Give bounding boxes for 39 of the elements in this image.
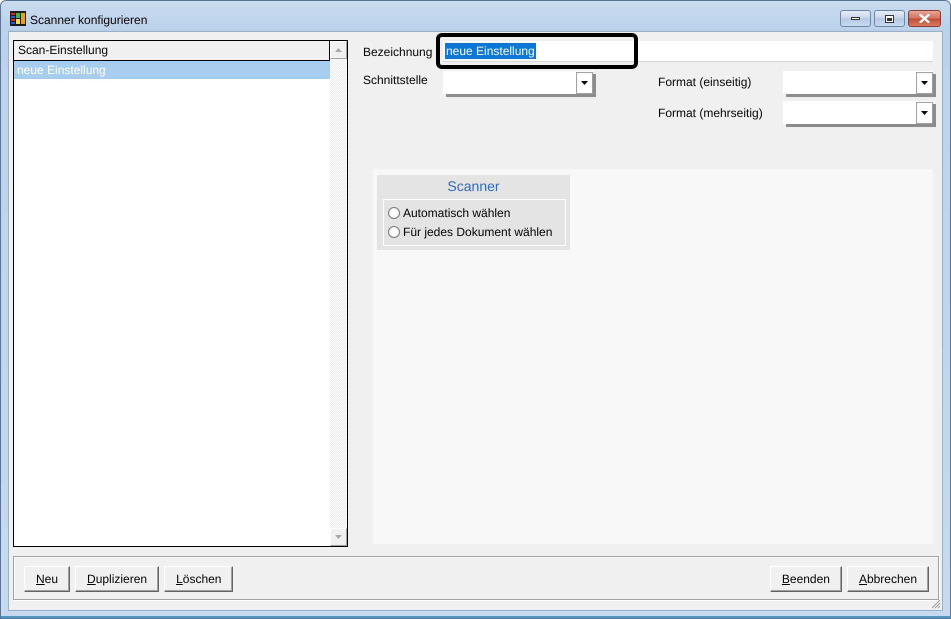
dropdown-field[interactable] bbox=[783, 71, 936, 97]
radio-button[interactable] bbox=[388, 207, 400, 219]
color-blocks-icon bbox=[10, 11, 26, 26]
radio-label: Für jedes Dokument wählen bbox=[403, 225, 552, 239]
delete-button[interactable]: Löschen bbox=[164, 566, 234, 592]
maximize-icon bbox=[885, 14, 894, 22]
cancel-button[interactable]: Abbrechen bbox=[846, 566, 929, 592]
name-field[interactable]: neue Einstellung bbox=[443, 41, 933, 62]
scroll-down-button[interactable] bbox=[330, 528, 347, 546]
scrollbar[interactable] bbox=[330, 41, 347, 546]
field-value: neue Einstellung bbox=[445, 43, 536, 59]
field-label: Format (mehrseitig) bbox=[658, 106, 764, 120]
minimize-button[interactable] bbox=[840, 10, 871, 27]
dropdown-field[interactable] bbox=[783, 101, 936, 127]
field-label: Schnittstelle bbox=[363, 73, 429, 87]
column-header: Scan-Einstellung bbox=[14, 41, 330, 61]
dropdown-arrow-button[interactable] bbox=[916, 102, 933, 124]
scroll-up-button[interactable] bbox=[330, 41, 347, 59]
caret-down-icon bbox=[921, 111, 928, 115]
group-title: Scanner bbox=[446, 178, 501, 196]
dropdown-arrow-button[interactable] bbox=[576, 72, 593, 94]
down-arrow-icon bbox=[335, 535, 342, 539]
dropdown-field[interactable] bbox=[443, 71, 596, 97]
caret-down-icon bbox=[581, 81, 588, 85]
maximize-button[interactable] bbox=[874, 10, 905, 27]
finish-button[interactable]: Beenden bbox=[770, 566, 842, 592]
field-label: Bezeichnung bbox=[363, 44, 434, 58]
up-arrow-icon bbox=[335, 48, 342, 52]
new-button[interactable]: Neu bbox=[24, 566, 70, 592]
minimize-icon bbox=[851, 17, 860, 20]
close-button[interactable] bbox=[908, 10, 941, 27]
duplicate-button[interactable]: Duplizieren bbox=[75, 566, 160, 592]
close-icon bbox=[919, 14, 930, 23]
window-title: Scanner konfigurieren bbox=[30, 13, 148, 27]
dropdown-arrow-button[interactable] bbox=[916, 72, 933, 94]
caret-down-icon bbox=[921, 81, 928, 85]
field-label: Format (einseitig) bbox=[658, 74, 752, 88]
radio-label: Automatisch wählen bbox=[403, 206, 510, 220]
radio-button[interactable] bbox=[388, 226, 400, 238]
